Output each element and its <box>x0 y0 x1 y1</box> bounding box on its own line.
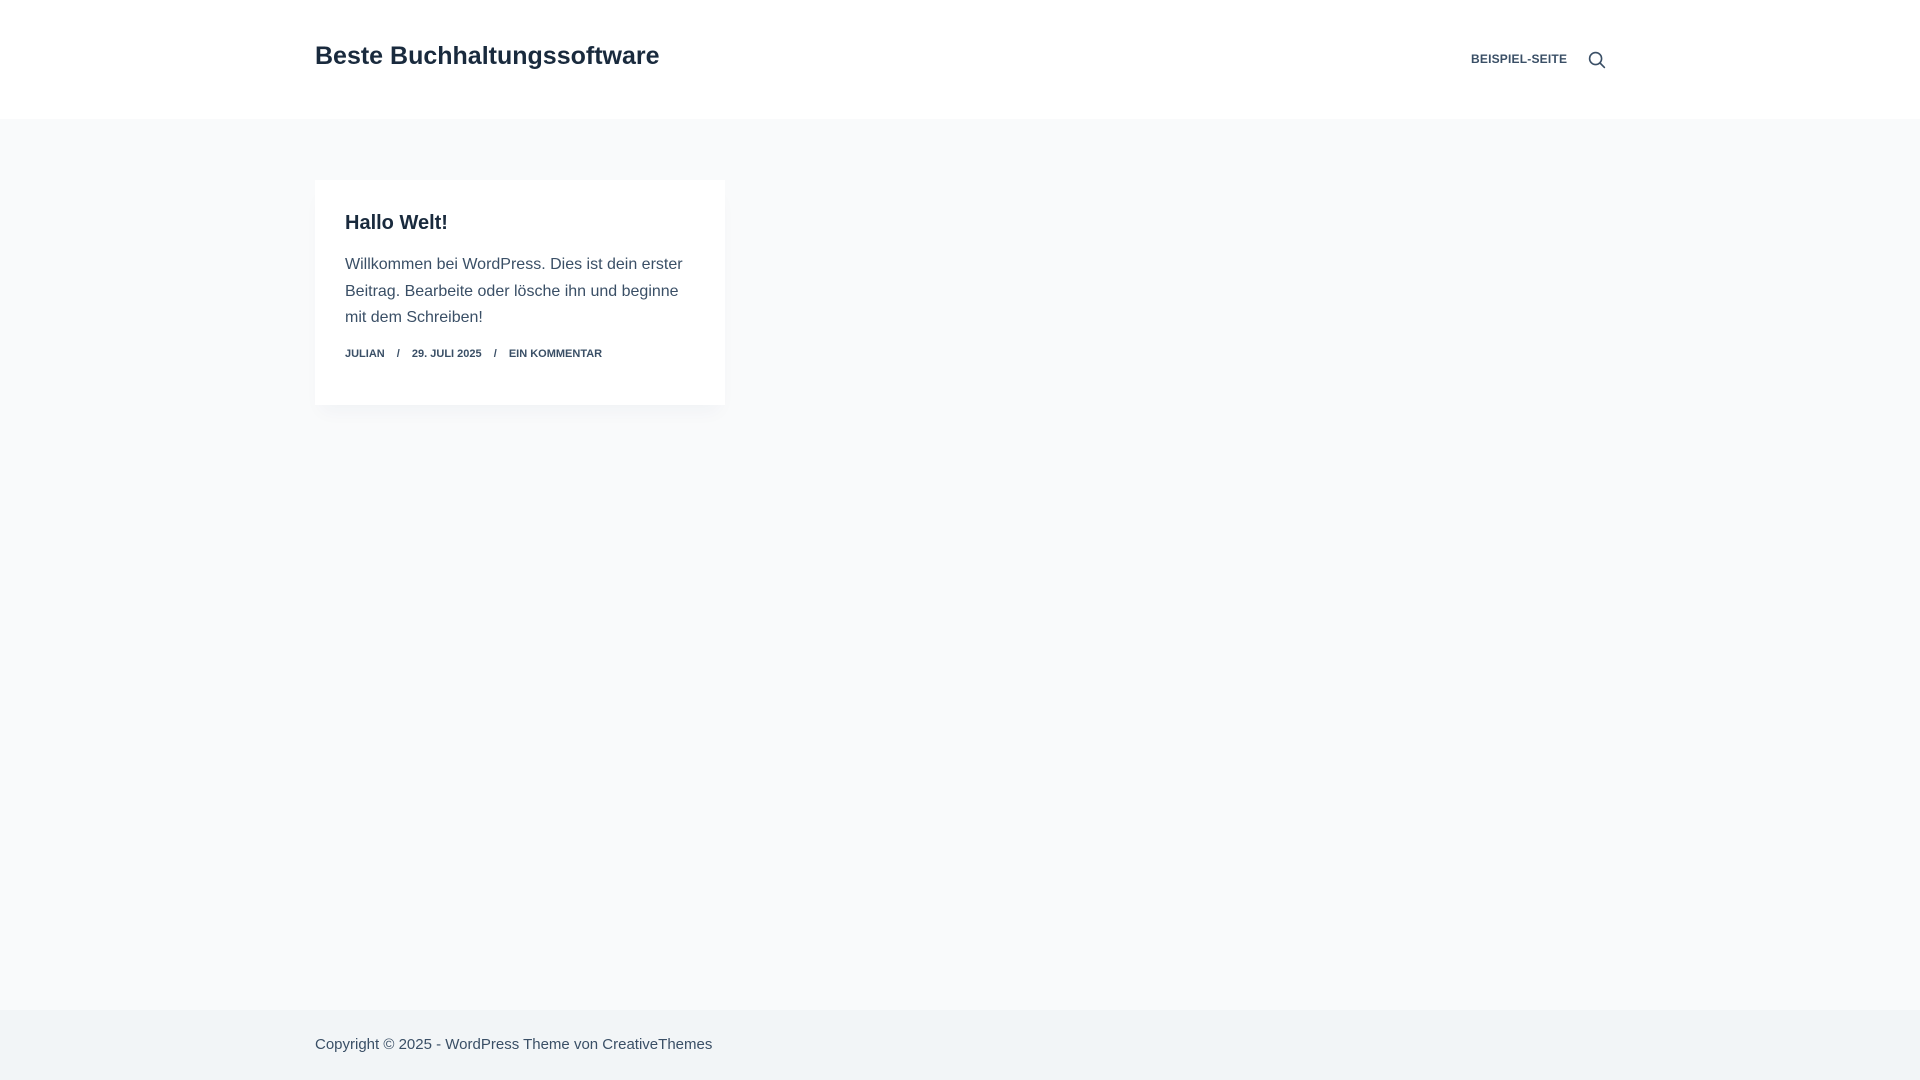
search-icon <box>1588 51 1606 69</box>
search-button[interactable] <box>1588 51 1606 69</box>
meta-separator: / <box>493 347 497 360</box>
site-footer: Copyright © 2025 - WordPress Theme von C… <box>0 1010 1920 1080</box>
nav-item-beispiel-seite[interactable]: BEISPIEL-SEITE <box>1471 52 1567 66</box>
theme-author-link[interactable]: CreativeThemes <box>602 1036 712 1053</box>
site-header: Beste Buchhaltungssoftware BEISPIEL-SEIT… <box>0 0 1920 119</box>
site-title-link[interactable]: Beste Buchhaltungssoftware <box>315 42 660 71</box>
post-date-link[interactable]: 29. JULI 2025 <box>412 348 482 360</box>
footer-copyright: Copyright © 2025 - WordPress Theme von C… <box>315 1036 712 1053</box>
post-author-link[interactable]: JULIAN <box>345 348 385 360</box>
post-card: Hallo Welt! Willkommen bei WordPress. Di… <box>315 180 725 405</box>
post-excerpt: Willkommen bei WordPress. Dies ist dein … <box>345 256 683 326</box>
post-title-link[interactable]: Hallo Welt! <box>345 210 695 236</box>
post-meta: JULIAN / 29. JULI 2025 / EIN KOMMENTAR <box>345 348 695 360</box>
post-comments-link[interactable]: EIN KOMMENTAR <box>509 348 602 360</box>
meta-separator: / <box>396 347 400 360</box>
copyright-text: Copyright © 2025 - WordPress Theme von <box>315 1036 603 1053</box>
